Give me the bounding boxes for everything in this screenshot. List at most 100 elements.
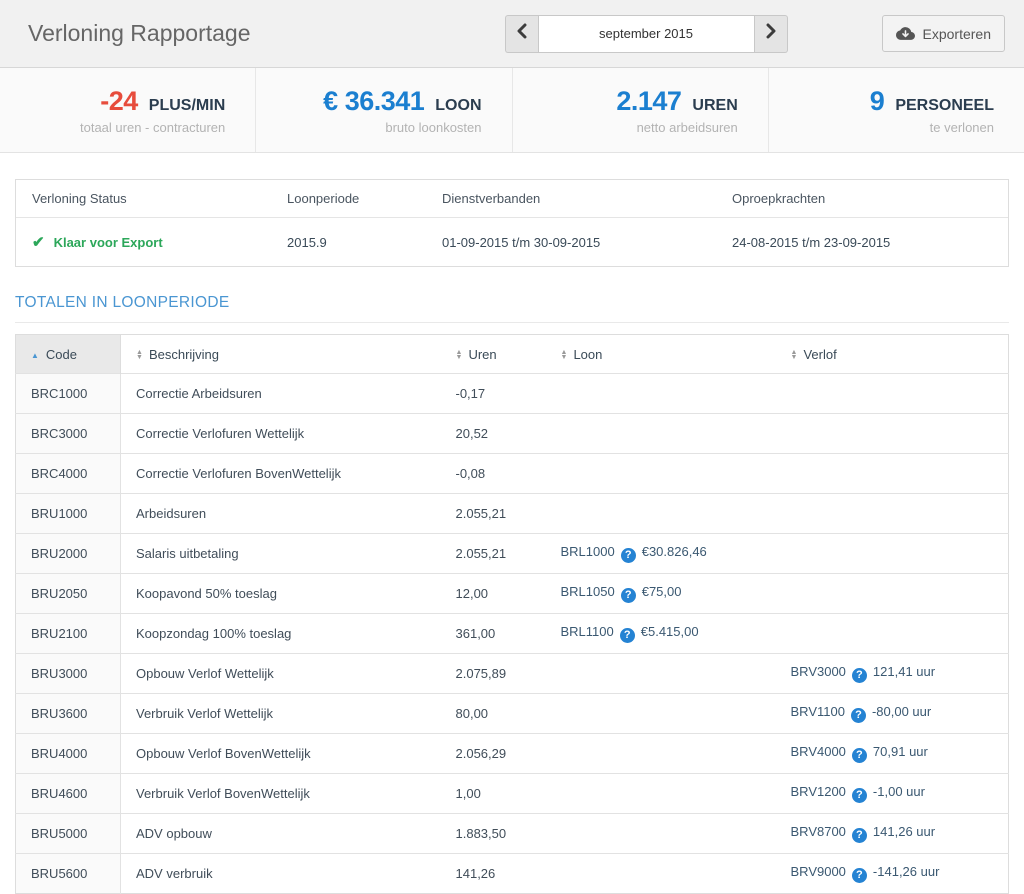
code-cell: BRU5600 — [16, 854, 121, 894]
verlof-ref-code: BRV4000 — [791, 744, 846, 759]
column-header-uren[interactable]: ▲▼Uren — [441, 335, 546, 374]
verlof-cell — [776, 574, 1009, 614]
status-header-oproepkrachten: Oproepkrachten — [716, 180, 1008, 217]
period-navigator: september 2015 — [505, 15, 788, 53]
status-header-dienstverbanden: Dienstverbanden — [426, 180, 716, 217]
status-header-loonperiode: Loonperiode — [271, 180, 426, 217]
uren-cell: 2.056,29 — [441, 734, 546, 774]
code-cell: BRU3600 — [16, 694, 121, 734]
chevron-left-icon — [516, 23, 528, 44]
totals-table-body: BRC1000Correctie Arbeidsuren-0,17BRC3000… — [16, 374, 1009, 894]
code-cell: BRC3000 — [16, 414, 121, 454]
loon-cell — [546, 494, 776, 534]
loon-ref-code: BRL1000 — [561, 544, 615, 559]
verlof-value: -80,00 uur — [872, 704, 931, 719]
previous-period-button[interactable] — [505, 15, 538, 53]
loonperiode-value: 2015.9 — [271, 220, 426, 265]
code-cell: BRU1000 — [16, 494, 121, 534]
stat-value: 9 — [870, 86, 885, 117]
help-icon[interactable]: ? — [621, 548, 636, 563]
help-icon[interactable]: ? — [852, 788, 867, 803]
loon-cell — [546, 774, 776, 814]
verlof-cell — [776, 614, 1009, 654]
beschrijving-cell: Arbeidsuren — [121, 494, 441, 534]
uren-cell: 12,00 — [441, 574, 546, 614]
stat-label: UREN — [692, 97, 737, 115]
help-icon[interactable]: ? — [852, 748, 867, 763]
section-divider — [15, 322, 1009, 323]
status-header-verloning-status: Verloning Status — [16, 180, 271, 217]
export-button-label: Exporteren — [923, 26, 991, 42]
loon-ref-code: BRL1100 — [561, 624, 614, 639]
verlof-cell — [776, 374, 1009, 414]
uren-cell: -0,17 — [441, 374, 546, 414]
column-header-code[interactable]: ▲Code — [16, 335, 121, 374]
stat-subtitle: te verlonen — [930, 120, 994, 135]
loon-value: €5.415,00 — [641, 624, 699, 639]
uren-cell: -0,08 — [441, 454, 546, 494]
beschrijving-cell: Koopzondag 100% toeslag — [121, 614, 441, 654]
table-row: BRU1000Arbeidsuren2.055,21 — [16, 494, 1009, 534]
code-cell: BRC4000 — [16, 454, 121, 494]
help-icon[interactable]: ? — [852, 828, 867, 843]
beschrijving-cell: ADV opbouw — [121, 814, 441, 854]
verlof-cell: BRV3000?121,41 uur — [776, 654, 1009, 694]
help-icon[interactable]: ? — [620, 628, 635, 643]
beschrijving-cell: Verbruik Verlof BovenWettelijk — [121, 774, 441, 814]
export-button[interactable]: Exporteren — [882, 15, 1005, 52]
code-cell: BRU4000 — [16, 734, 121, 774]
code-cell: BRU2100 — [16, 614, 121, 654]
verlof-ref-code: BRV1200 — [791, 784, 846, 799]
totals-table-header-row: ▲Code ▲▼Beschrijving ▲▼Uren ▲▼Loon ▲▼Ver… — [16, 335, 1009, 374]
loon-cell: BRL1100? €5.415,00 — [546, 614, 776, 654]
column-header-beschrijving[interactable]: ▲▼Beschrijving — [121, 335, 441, 374]
stat-uren: 2.147 UREN netto arbeidsuren — [512, 68, 768, 152]
help-icon[interactable]: ? — [621, 588, 636, 603]
verlof-cell: BRV1100?-80,00 uur — [776, 694, 1009, 734]
help-icon[interactable]: ? — [852, 868, 867, 883]
verlof-cell — [776, 494, 1009, 534]
table-row: BRU2100Koopzondag 100% toeslag361,00BRL1… — [16, 614, 1009, 654]
totals-table: ▲Code ▲▼Beschrijving ▲▼Uren ▲▼Loon ▲▼Ver… — [15, 334, 1009, 894]
uren-cell: 141,26 — [441, 854, 546, 894]
verlof-cell: BRV8700?141,26 uur — [776, 814, 1009, 854]
stat-value: € 36.341 — [323, 86, 424, 117]
column-header-verlof[interactable]: ▲▼Verlof — [776, 335, 1009, 374]
status-card-header: Verloning Status Loonperiode Dienstverba… — [16, 180, 1008, 218]
sort-icon: ▲▼ — [136, 350, 143, 360]
beschrijving-cell: Koopavond 50% toeslag — [121, 574, 441, 614]
code-cell: BRU3000 — [16, 654, 121, 694]
help-icon[interactable]: ? — [851, 708, 866, 723]
table-row: BRU4600Verbruik Verlof BovenWettelijk1,0… — [16, 774, 1009, 814]
beschrijving-cell: Correctie Verlofuren BovenWettelijk — [121, 454, 441, 494]
beschrijving-cell: Correctie Arbeidsuren — [121, 374, 441, 414]
help-icon[interactable]: ? — [852, 668, 867, 683]
loon-value: €30.826,46 — [642, 544, 707, 559]
current-period-display[interactable]: september 2015 — [538, 15, 755, 53]
table-row: BRU3600Verbruik Verlof Wettelijk80,00BRV… — [16, 694, 1009, 734]
beschrijving-cell: Verbruik Verlof Wettelijk — [121, 694, 441, 734]
code-cell: BRU2050 — [16, 574, 121, 614]
sort-icon: ▲▼ — [456, 350, 463, 360]
table-row: BRC4000Correctie Verlofuren BovenWetteli… — [16, 454, 1009, 494]
loon-cell — [546, 694, 776, 734]
table-row: BRU2050Koopavond 50% toeslag12,00BRL1050… — [16, 574, 1009, 614]
code-cell: BRU2000 — [16, 534, 121, 574]
stat-value: -24 — [100, 86, 138, 117]
loon-cell — [546, 414, 776, 454]
verlof-ref-code: BRV9000 — [791, 864, 846, 879]
uren-cell: 361,00 — [441, 614, 546, 654]
uren-cell: 20,52 — [441, 414, 546, 454]
next-period-button[interactable] — [755, 15, 788, 53]
beschrijving-cell: Opbouw Verlof Wettelijk — [121, 654, 441, 694]
status-card-row: ✔ Klaar voor Export 2015.9 01-09-2015 t/… — [16, 218, 1008, 266]
beschrijving-cell: ADV verbruik — [121, 854, 441, 894]
table-row: BRU4000Opbouw Verlof BovenWettelijk2.056… — [16, 734, 1009, 774]
uren-cell: 2.055,21 — [441, 494, 546, 534]
uren-cell: 80,00 — [441, 694, 546, 734]
stat-subtitle: totaal uren - contracturen — [80, 120, 225, 135]
code-cell: BRU5000 — [16, 814, 121, 854]
column-header-loon[interactable]: ▲▼Loon — [546, 335, 776, 374]
verlof-cell: BRV9000?-141,26 uur — [776, 854, 1009, 894]
table-row: BRC3000Correctie Verlofuren Wettelijk20,… — [16, 414, 1009, 454]
